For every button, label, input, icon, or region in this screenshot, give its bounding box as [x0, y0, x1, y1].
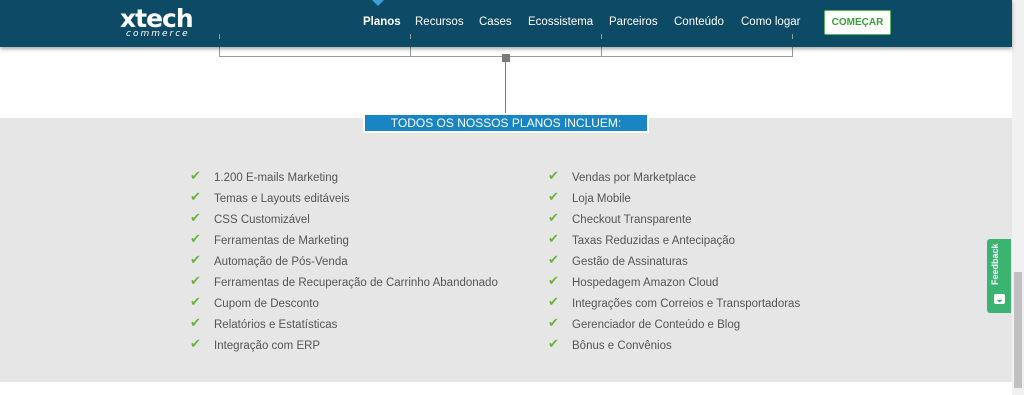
- check-icon: ✔: [548, 274, 559, 289]
- feature-label: Hospedagem Amazon Cloud: [572, 277, 719, 289]
- check-icon: ✔: [548, 190, 559, 205]
- connector-line: [505, 61, 506, 113]
- check-icon: ✔: [190, 274, 201, 289]
- check-icon: ✔: [548, 211, 559, 226]
- check-icon: ✔: [548, 316, 559, 331]
- feature-label: CSS Customizável: [214, 214, 310, 226]
- feedback-icon: [994, 294, 1005, 304]
- features-section: [0, 118, 1012, 382]
- scrollbar-thumb[interactable]: [1014, 272, 1022, 388]
- table-tick: [792, 34, 793, 39]
- comecar-button[interactable]: COMEÇAR: [824, 10, 891, 35]
- nav-item-parceiros[interactable]: Parceiros: [609, 16, 658, 28]
- feature-label: Automação de Pós-Venda: [214, 256, 348, 268]
- nav-item-ecossistema[interactable]: Ecossistema: [528, 16, 593, 28]
- feature-label: Ferramentas de Recuperação de Carrinho A…: [214, 277, 498, 289]
- feedback-label: Feedback: [990, 243, 1000, 285]
- check-icon: ✔: [190, 337, 201, 352]
- feature-label: Bônus e Convênios: [572, 340, 672, 352]
- feature-label: Cupom de Desconto: [214, 298, 319, 310]
- check-icon: ✔: [548, 337, 559, 352]
- feature-label: Temas e Layouts editáveis: [214, 193, 350, 205]
- feature-label: Checkout Transparente: [572, 214, 692, 226]
- check-icon: ✔: [190, 253, 201, 268]
- top-navbar: xtech commerce Planos Recursos Cases Eco…: [0, 0, 1012, 47]
- check-icon: ✔: [190, 232, 201, 247]
- check-icon: ✔: [548, 253, 559, 268]
- nav-item-recursos[interactable]: Recursos: [415, 16, 464, 28]
- feature-label: Integração com ERP: [214, 340, 321, 352]
- feature-label: Relatórios e Estatísticas: [214, 319, 338, 331]
- scrollbar[interactable]: [1012, 0, 1024, 395]
- feature-label: Vendas por Marketplace: [572, 172, 697, 184]
- check-icon: ✔: [190, 316, 201, 331]
- feature-label: Gestão de Assinaturas: [572, 256, 688, 268]
- table-tick: [219, 34, 220, 39]
- feedback-tab[interactable]: Feedback: [987, 239, 1011, 313]
- feature-label: Loja Mobile: [572, 193, 631, 205]
- feature-label: Taxas Reduzidas e Antecipação: [572, 235, 736, 247]
- nav-item-como-logar[interactable]: Como logar: [741, 16, 800, 28]
- feature-label: Integrações com Correios e Transportador…: [572, 298, 801, 310]
- check-icon: ✔: [190, 169, 201, 184]
- table-divider: [601, 47, 602, 57]
- feature-label: Gerenciador de Conteúdo e Blog: [572, 319, 741, 331]
- check-icon: ✔: [548, 232, 559, 247]
- active-nav-caret-icon: [372, 0, 384, 6]
- check-icon: ✔: [548, 169, 559, 184]
- nav-item-planos[interactable]: Planos: [363, 16, 401, 28]
- feature-label: 1.200 E-mails Marketing: [214, 172, 338, 184]
- check-icon: ✔: [190, 211, 201, 226]
- check-icon: ✔: [190, 190, 201, 205]
- check-icon: ✔: [548, 295, 559, 310]
- feature-label: Ferramentas de Marketing: [214, 235, 349, 247]
- nav-item-conteudo[interactable]: Conteúdo: [674, 16, 724, 28]
- table-tick: [410, 34, 411, 39]
- table-tick: [601, 34, 602, 39]
- connector-node: [502, 54, 510, 62]
- check-icon: ✔: [190, 295, 201, 310]
- table-divider: [410, 47, 411, 57]
- section-title: TODOS OS NOSSOS PLANOS INCLUEM:: [363, 113, 649, 133]
- nav-item-cases[interactable]: Cases: [479, 16, 512, 28]
